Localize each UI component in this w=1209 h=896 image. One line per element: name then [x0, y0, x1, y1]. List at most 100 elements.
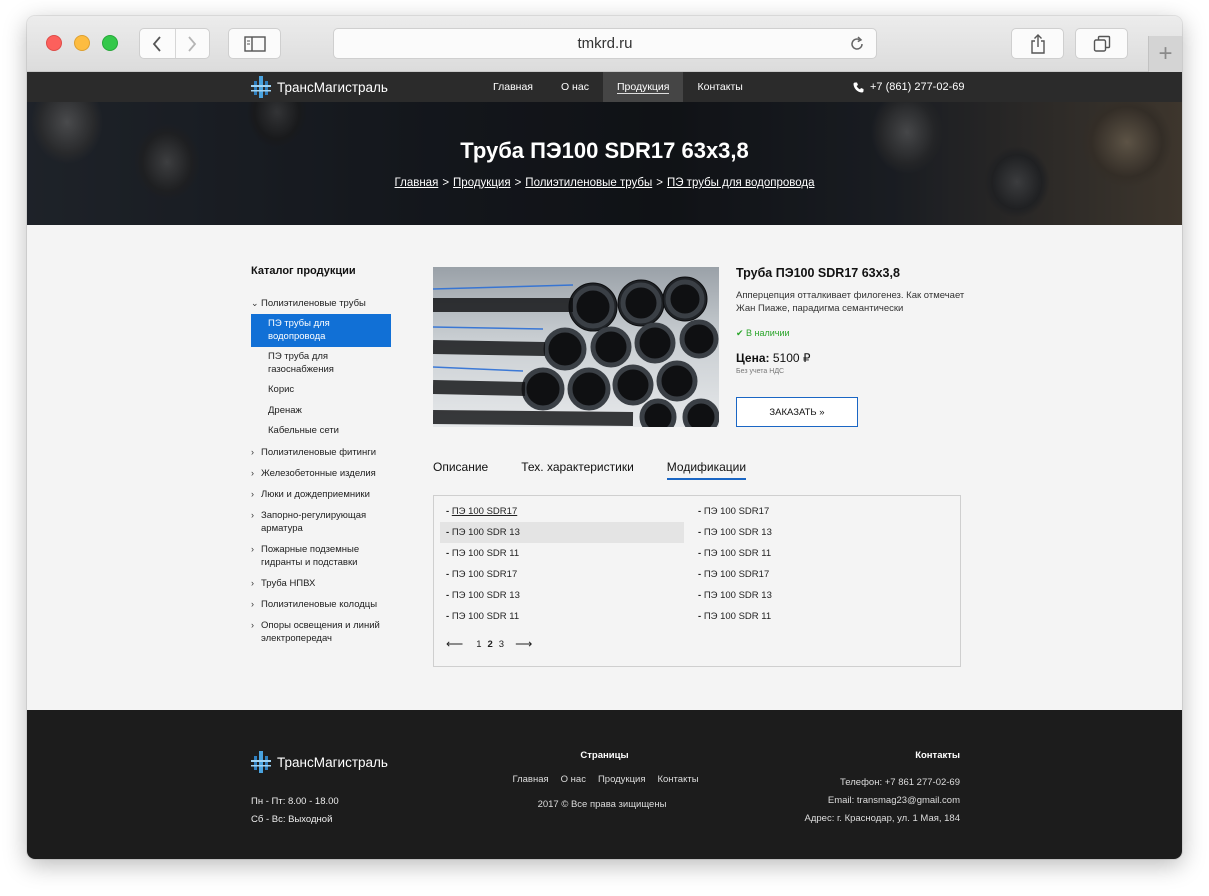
modification-item[interactable]: - ПЭ 100 SDR17 — [692, 501, 936, 522]
menu-item-about[interactable]: О нас — [547, 72, 603, 102]
breadcrumb-home[interactable]: Главная — [395, 177, 439, 189]
page-link[interactable]: 1 — [476, 639, 481, 650]
page-title: Труба ПЭ100 SDR17 63х3,8 — [460, 138, 749, 163]
subcategory-item[interactable]: Кабельные сети — [251, 421, 391, 442]
modification-item[interactable]: - ПЭ 100 SDR 13 — [692, 585, 936, 606]
pagination: ⟵ 1 2 3 ⟶ — [446, 637, 532, 651]
modification-item[interactable]: - ПЭ 100 SDR17 — [440, 564, 684, 585]
bullet: - — [698, 611, 702, 622]
menu-item-contacts[interactable]: Контакты — [683, 72, 756, 102]
minimize-window-button[interactable] — [74, 35, 90, 51]
product-price: Цена: 5100 ₽ — [736, 351, 811, 365]
order-button[interactable]: ЗАКАЗАТЬ » — [736, 397, 858, 427]
breadcrumb-pe-pipes[interactable]: Полиэтиленовые трубы — [525, 177, 652, 189]
chevron-down-icon: ⌄ — [251, 298, 259, 308]
modification-item[interactable]: - ПЭ 100 SDR 13 — [440, 522, 684, 543]
modification-item[interactable]: - ПЭ 100 SDR17 — [440, 501, 684, 522]
phone-number: +7 (861) 277-02-69 — [870, 81, 965, 93]
footer-link-about[interactable]: О нас — [561, 774, 586, 785]
header-phone[interactable]: +7 (861) 277-02-69 — [853, 72, 964, 102]
url-text: tmkrd.ru — [577, 35, 633, 52]
chevron-right-icon: › — [251, 488, 254, 499]
catalog-item[interactable]: › Полиэтиленовые колодцы — [251, 594, 391, 615]
browser-window: tmkrd.ru + ТрансМагистраль Главная О нас… — [27, 16, 1182, 859]
product-image[interactable] — [433, 267, 719, 427]
subcategory-item[interactable]: Дренаж — [251, 401, 391, 422]
arrow-left-icon[interactable]: ⟵ — [446, 637, 463, 651]
catalog-item[interactable]: › Запорно-регулирующая арматура — [251, 505, 391, 539]
catalog-item-label: Полиэтиленовые трубы — [261, 298, 366, 309]
modification-item[interactable]: - ПЭ 100 SDR 13 — [692, 522, 936, 543]
zoom-window-button[interactable] — [102, 35, 118, 51]
menu-item-products[interactable]: Продукция — [602, 72, 684, 102]
breadcrumb-water-pipes[interactable]: ПЭ трубы для водопровода — [667, 177, 815, 189]
breadcrumb-separator: > — [656, 177, 663, 189]
modification-label: ПЭ 100 SDR17 — [703, 569, 770, 580]
stock-text: В наличии — [746, 328, 790, 338]
forward-button[interactable] — [174, 29, 210, 58]
modification-item[interactable]: - ПЭ 100 SDR 11 — [692, 606, 936, 627]
catalog-item[interactable]: › Полиэтиленовые фитинги — [251, 442, 391, 463]
bullet: - — [698, 506, 702, 517]
modification-item[interactable]: - ПЭ 100 SDR 11 — [440, 606, 684, 627]
page-current[interactable]: 2 — [488, 639, 493, 650]
address-bar[interactable]: tmkrd.ru — [333, 28, 877, 59]
catalog-item[interactable]: ⌄ Полиэтиленовые трубы — [251, 293, 391, 314]
hero-banner: Труба ПЭ100 SDR17 63х3,8 Главная > Продукц… — [27, 102, 1182, 225]
bullet: - — [698, 548, 702, 559]
hours-weekend: Сб - Вс: Выходной — [251, 814, 333, 825]
catalog-subcategories: ПЭ трубы для водопровода ПЭ труба для га… — [251, 314, 391, 442]
catalog-item-label: Люки и дождеприемники — [261, 488, 370, 500]
tab-specifications[interactable]: Тех. характеристики — [521, 460, 634, 480]
reload-icon[interactable] — [848, 35, 866, 53]
tab-description[interactable]: Описание — [433, 460, 488, 480]
catalog-item-label: Полиэтиленовые фитинги — [261, 446, 377, 458]
footer-link-contacts[interactable]: Контакты — [657, 774, 698, 785]
subcategory-item[interactable]: ПЭ труба для газоснабжения — [251, 347, 391, 380]
new-tab-button[interactable]: + — [1148, 36, 1182, 72]
chevron-right-icon — [188, 35, 197, 52]
page-link[interactable]: 3 — [499, 639, 504, 650]
modification-item[interactable]: - ПЭ 100 SDR 11 — [440, 543, 684, 564]
bullet: - — [446, 506, 450, 517]
subcategory-item[interactable]: Корис — [251, 380, 391, 401]
back-button[interactable] — [140, 29, 175, 58]
show-tabs-button[interactable] — [1075, 28, 1128, 59]
price-value: 5100 ₽ — [772, 351, 811, 365]
modification-item[interactable]: - ПЭ 100 SDR 11 — [692, 543, 936, 564]
footer-link-home[interactable]: Главная — [512, 774, 548, 785]
modification-item[interactable]: - ПЭ 100 SDR 13 — [440, 585, 684, 606]
footer-link-products[interactable]: Продукция — [598, 774, 646, 785]
catalog-item[interactable]: › Опоры освещения и линий электропередач — [251, 615, 391, 649]
modification-label: ПЭ 100 SDR 13 — [703, 527, 772, 538]
modification-label: ПЭ 100 SDR17 — [703, 506, 770, 517]
breadcrumb-products[interactable]: Продукция — [453, 177, 511, 189]
arrow-right-icon[interactable]: ⟶ — [515, 637, 532, 651]
catalog-list: ⌄ Полиэтиленовые трубы ПЭ трубы для водоп… — [251, 293, 391, 649]
catalog-item[interactable]: › Труба НПВХ — [251, 573, 391, 594]
menu-item-home[interactable]: Главная — [479, 72, 547, 102]
catalog-item-label: Запорно-регулирующая арматура — [261, 509, 367, 534]
catalog-title: Каталог продукции — [251, 265, 356, 277]
check-icon: ✔ — [736, 328, 747, 338]
modification-item[interactable]: - ПЭ 100 SDR17 — [692, 564, 936, 585]
tab-modifications[interactable]: Модификации — [666, 460, 747, 480]
contact-phone[interactable]: Телефон: +7 861 277-02-69 — [805, 774, 960, 792]
catalog-item-label: Пожарные подземные гидранты и подставки — [261, 543, 360, 568]
catalog-item[interactable]: › Пожарные подземные гидранты и подставки — [251, 539, 391, 573]
contact-email[interactable]: Email: transmag23@gmail.com — [805, 792, 960, 810]
share-button[interactable] — [1011, 28, 1064, 59]
catalog-item-label: Полиэтиленовые колодцы — [261, 598, 378, 610]
bullet: - — [446, 548, 450, 559]
product-title: Труба ПЭ100 SDR17 63х3,8 — [736, 266, 900, 280]
plus-icon: + — [1158, 40, 1173, 67]
footer-pages-title: Страницы — [580, 750, 629, 761]
site-logo[interactable]: ТрансМагистраль — [251, 75, 388, 99]
menu-label: Контакты — [697, 81, 743, 93]
catalog-item[interactable]: › Железобетонные изделия — [251, 463, 391, 484]
catalog-item[interactable]: › Люки и дождеприемники — [251, 484, 391, 505]
subcategory-item[interactable]: ПЭ трубы для водопровода — [251, 314, 391, 347]
close-window-button[interactable] — [46, 35, 62, 51]
main-content: Каталог продукции ⌄ Полиэтиленовые трубы … — [27, 225, 1182, 710]
sidebar-toggle-button[interactable] — [228, 28, 281, 59]
